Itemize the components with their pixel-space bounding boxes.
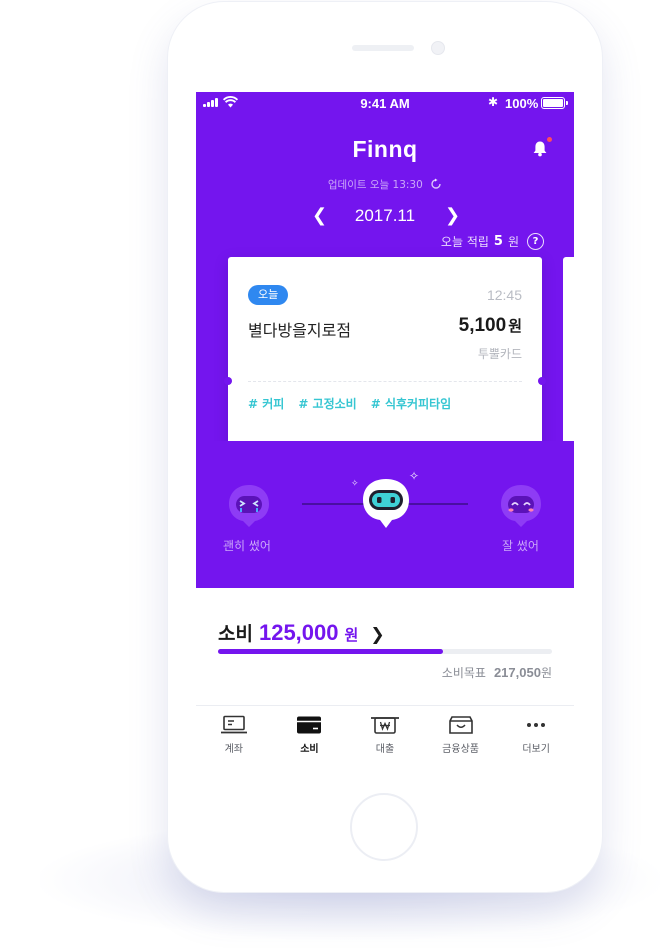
today-earn: 오늘 적립 5 원 ? (441, 233, 544, 250)
mood-slider: ✧ ✧ 괜히 썼어 잘 썼어 (196, 441, 574, 588)
earn-label: 오늘 적립 (440, 235, 489, 249)
goal-label: 소비목표 (441, 666, 486, 680)
earn-unit: 원 (507, 235, 519, 249)
regret-label: 괜히 썼어 (223, 539, 271, 553)
next-card-peek[interactable] (563, 257, 574, 457)
tab-products[interactable]: 금융상품 (423, 706, 499, 765)
chevron-right-icon: ❯ (370, 625, 385, 645)
spending-value: 125,000 (258, 620, 339, 645)
phone-camera (431, 41, 445, 55)
card-divider (248, 381, 522, 382)
tab-bar: 계좌 소비 대출 금융상품 더보기 (196, 705, 574, 765)
month-label: 2017.11 (354, 206, 416, 225)
tab-label: 계좌 (224, 744, 243, 755)
tab-account[interactable]: 계좌 (196, 706, 272, 765)
earn-value: 5 (493, 234, 503, 249)
phone-speaker (352, 45, 414, 51)
tag-list: # 커피 # 고정소비 # 식후커피타임 (248, 395, 451, 412)
loan-icon (370, 717, 399, 734)
tab-loan[interactable]: 대출 (347, 706, 423, 765)
tab-more[interactable]: 더보기 (498, 706, 574, 765)
card-name: 투뿔카드 (477, 347, 522, 361)
satisfied-face-icon[interactable] (498, 483, 544, 529)
spending-progress-fill (218, 649, 444, 654)
tab-label: 소비 (300, 744, 319, 755)
status-bar: 9:41 AM ✱ 100% (196, 92, 574, 114)
today-badge: 오늘 (248, 285, 289, 305)
tab-spending[interactable]: 소비 (272, 706, 348, 765)
spending-progress-bar (218, 649, 552, 654)
spending-goal: 소비목표 217,050원 (442, 664, 552, 681)
tab-label: 금융상품 (442, 744, 479, 755)
tag-item[interactable]: # 식후커피타임 (371, 395, 451, 412)
spending-unit: 원 (344, 626, 359, 644)
card-notch-left (224, 377, 232, 385)
amount-value: 5,100 (458, 315, 507, 336)
sparkle-icon: ✧ (409, 469, 420, 483)
card-notch-right (538, 377, 546, 385)
refresh-icon[interactable] (430, 178, 442, 190)
tab-label: 더보기 (522, 744, 550, 755)
home-button[interactable] (350, 793, 418, 861)
spending-label: 소비 (218, 623, 253, 645)
more-icon (527, 723, 546, 727)
bluetooth-icon: ✱ (488, 95, 499, 109)
regret-face-icon[interactable] (226, 483, 272, 529)
goal-unit: 원 (540, 666, 552, 680)
app-screen: 9:41 AM ✱ 100% Finnq 업데이트 오늘 13:30 ❮ 201… (196, 92, 574, 765)
tag-item[interactable]: # 커피 (248, 395, 284, 412)
transaction-amount: 5,100 원 (459, 315, 522, 337)
tab-label: 대출 (375, 744, 395, 755)
sparkle-icon: ✧ (351, 479, 359, 489)
robot-face-slider-thumb[interactable] (360, 477, 412, 531)
transaction-card[interactable]: 오늘 12:45 별다방을지로점 5,100 원 투뿔카드 # 커피 # 고정소비… (224, 257, 546, 457)
battery-percent: 100% (505, 96, 539, 111)
update-label: 업데이트 오늘 13:30 (327, 179, 423, 191)
card-icon (297, 716, 322, 734)
notification-dot (547, 137, 552, 142)
spending-summary[interactable]: 소비 125,000 원 ❯ (218, 619, 385, 646)
laptop-icon (220, 715, 247, 734)
merchant-name: 별다방을지로점 (248, 321, 352, 340)
transaction-time: 12:45 (486, 287, 522, 303)
update-time: 업데이트 오늘 13:30 (196, 177, 574, 192)
next-month-button[interactable]: ❯ (445, 205, 460, 226)
app-title: Finnq (352, 136, 418, 162)
help-icon[interactable]: ? (527, 233, 544, 250)
goal-value: 217,050 (493, 665, 541, 680)
bag-icon (448, 716, 473, 734)
battery-icon (541, 97, 568, 109)
notification-bell-icon[interactable] (532, 140, 548, 157)
tag-item[interactable]: # 고정소비 (298, 395, 356, 412)
amount-currency: 원 (508, 317, 522, 335)
stage: 9:41 AM ✱ 100% Finnq 업데이트 오늘 13:30 ❮ 201… (0, 0, 664, 948)
satisfied-label: 잘 썼어 (502, 539, 539, 553)
